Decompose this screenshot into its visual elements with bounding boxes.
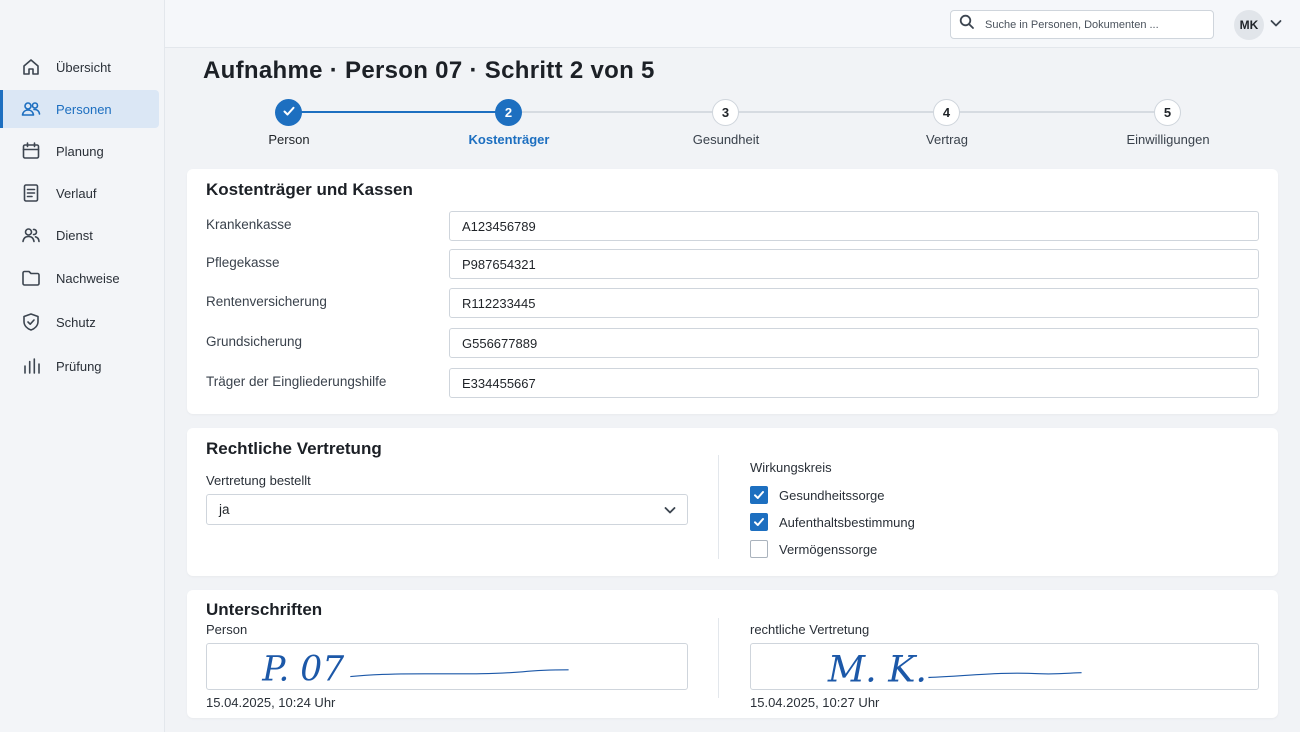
step-2-circle[interactable]: 2 (495, 99, 522, 126)
page-title: Aufnahme · Person 07 · Schritt 2 von 5 (203, 57, 655, 85)
kostentraeger-card: Kostenträger und Kassen Krankenkasse Pfl… (187, 169, 1278, 414)
krankenkasse-input[interactable] (449, 211, 1259, 241)
sidebar-item-label: Nachweise (56, 270, 120, 286)
title-part: Schritt 2 von 5 (484, 57, 655, 84)
check-icon (282, 104, 296, 121)
checkbox-label: Vermögenssorge (779, 541, 878, 557)
home-icon (21, 57, 41, 77)
vermoegenssorge-checkbox[interactable] (750, 540, 768, 558)
team-icon (21, 225, 41, 245)
select-value: ja (219, 502, 230, 517)
folder-icon (21, 268, 41, 288)
checkbox-row[interactable]: Vermögenssorge (750, 540, 877, 558)
rentenversicherung-input[interactable] (449, 288, 1259, 318)
sidebar-item-verlauf[interactable]: Verlauf (0, 174, 159, 212)
person-signature-timestamp: 15.04.2025, 10:24 Uhr (206, 695, 336, 710)
title-separator: · (329, 57, 339, 84)
stepper-line-complete (289, 111, 508, 113)
step-3-label: Gesundheit (692, 132, 760, 147)
search-icon (959, 14, 975, 35)
wirkungskreis-label: Wirkungskreis (750, 460, 832, 475)
field-label: Träger der Eingliederungshilfe (206, 374, 387, 389)
vertretung-select-label: Vertretung bestellt (206, 473, 311, 488)
field-label: Rentenversicherung (206, 294, 327, 309)
sidebar-item-nachweise[interactable]: Nachweise (0, 259, 159, 297)
title-part: Person 07 (345, 57, 463, 84)
title-part: Aufnahme (203, 57, 323, 84)
sidebar: Übersicht Personen Planung Verlauf Diens… (0, 0, 165, 732)
section-title: Rechtliche Vertretung (206, 439, 382, 458)
calendar-icon (21, 141, 41, 161)
sidebar-item-schutz[interactable]: Schutz (0, 303, 159, 341)
sidebar-item-personen[interactable]: Personen (0, 90, 159, 128)
chevron-down-icon[interactable] (1269, 16, 1285, 32)
field-label: Grundsicherung (206, 334, 303, 349)
sidebar-item-label: Prüfung (56, 358, 102, 374)
title-separator: · (469, 57, 478, 84)
sidebar-item-label: Schutz (56, 314, 96, 330)
sidebar-item-label: Planung (56, 143, 104, 159)
bar-chart-icon (21, 356, 41, 376)
field-label: Krankenkasse (206, 217, 292, 232)
users-icon (21, 99, 41, 119)
step-3-circle[interactable]: 3 (712, 99, 739, 126)
vertretung-select[interactable]: ja (206, 494, 688, 525)
gesundheitssorge-checkbox[interactable] (750, 486, 768, 504)
sidebar-item-pruefung[interactable]: Prüfung (0, 347, 159, 385)
sidebar-item-label: Verlauf (56, 185, 97, 201)
step-1-label: Person (268, 132, 310, 147)
vertretung-signature-timestamp: 15.04.2025, 10:27 Uhr (750, 695, 880, 710)
step-5-label: Einwilligungen (1126, 132, 1210, 147)
vertretung-signature-label: rechtliche Vertretung (750, 622, 870, 637)
avatar[interactable]: MK (1234, 10, 1264, 40)
signature-text: M. K. (827, 647, 927, 689)
sidebar-item-label: Personen (56, 101, 112, 117)
step-2-label: Kostenträger (468, 132, 550, 147)
vertretung-signature-pad[interactable]: M. K. (750, 643, 1259, 690)
sidebar-item-dienst[interactable]: Dienst (0, 216, 159, 254)
search-box[interactable] (950, 10, 1214, 39)
sidebar-item-planung[interactable]: Planung (0, 132, 159, 170)
grundsicherung-input[interactable] (449, 328, 1259, 358)
divider (718, 618, 719, 698)
chevron-down-icon (663, 503, 677, 520)
stepper-line-pending (508, 111, 1167, 113)
vertretung-signature: M. K. (827, 647, 1082, 689)
checkbox-label: Aufenthaltsbestimmung (779, 514, 915, 530)
sidebar-item-label: Übersicht (56, 59, 111, 75)
unterschriften-card: Unterschriften Person P. 07 15.04.2025, … (187, 590, 1278, 718)
signature-text: P. 07 (261, 649, 344, 689)
person-signature-pad[interactable]: P. 07 (206, 643, 688, 690)
topbar: MK (165, 0, 1300, 48)
section-title: Kostenträger und Kassen (206, 180, 413, 199)
step-4-label: Vertrag (926, 132, 968, 147)
search-input[interactable] (985, 18, 1205, 31)
document-icon (21, 183, 41, 203)
step-5-circle[interactable]: 5 (1154, 99, 1181, 126)
person-signature-label: Person (206, 622, 248, 637)
pflegekasse-input[interactable] (449, 249, 1259, 279)
aufenthaltsbestimmung-checkbox[interactable] (750, 513, 768, 531)
step-4-circle[interactable]: 4 (933, 99, 960, 126)
sidebar-item-uebersicht[interactable]: Übersicht (0, 48, 159, 86)
checkbox-row[interactable]: Gesundheitssorge (750, 486, 885, 504)
eingliederungshilfe-input[interactable] (449, 368, 1259, 398)
checkbox-label: Gesundheitssorge (779, 487, 885, 503)
vertretung-card: Rechtliche Vertretung Vertretung bestell… (187, 428, 1278, 576)
sidebar-item-label: Dienst (56, 227, 93, 243)
shield-icon (21, 312, 41, 332)
section-title: Unterschriften (206, 600, 323, 619)
person-signature: P. 07 (261, 649, 569, 689)
checkbox-row[interactable]: Aufenthaltsbestimmung (750, 513, 915, 531)
field-label: Pflegekasse (206, 255, 280, 270)
step-1-circle[interactable] (275, 99, 302, 126)
divider (718, 455, 719, 559)
